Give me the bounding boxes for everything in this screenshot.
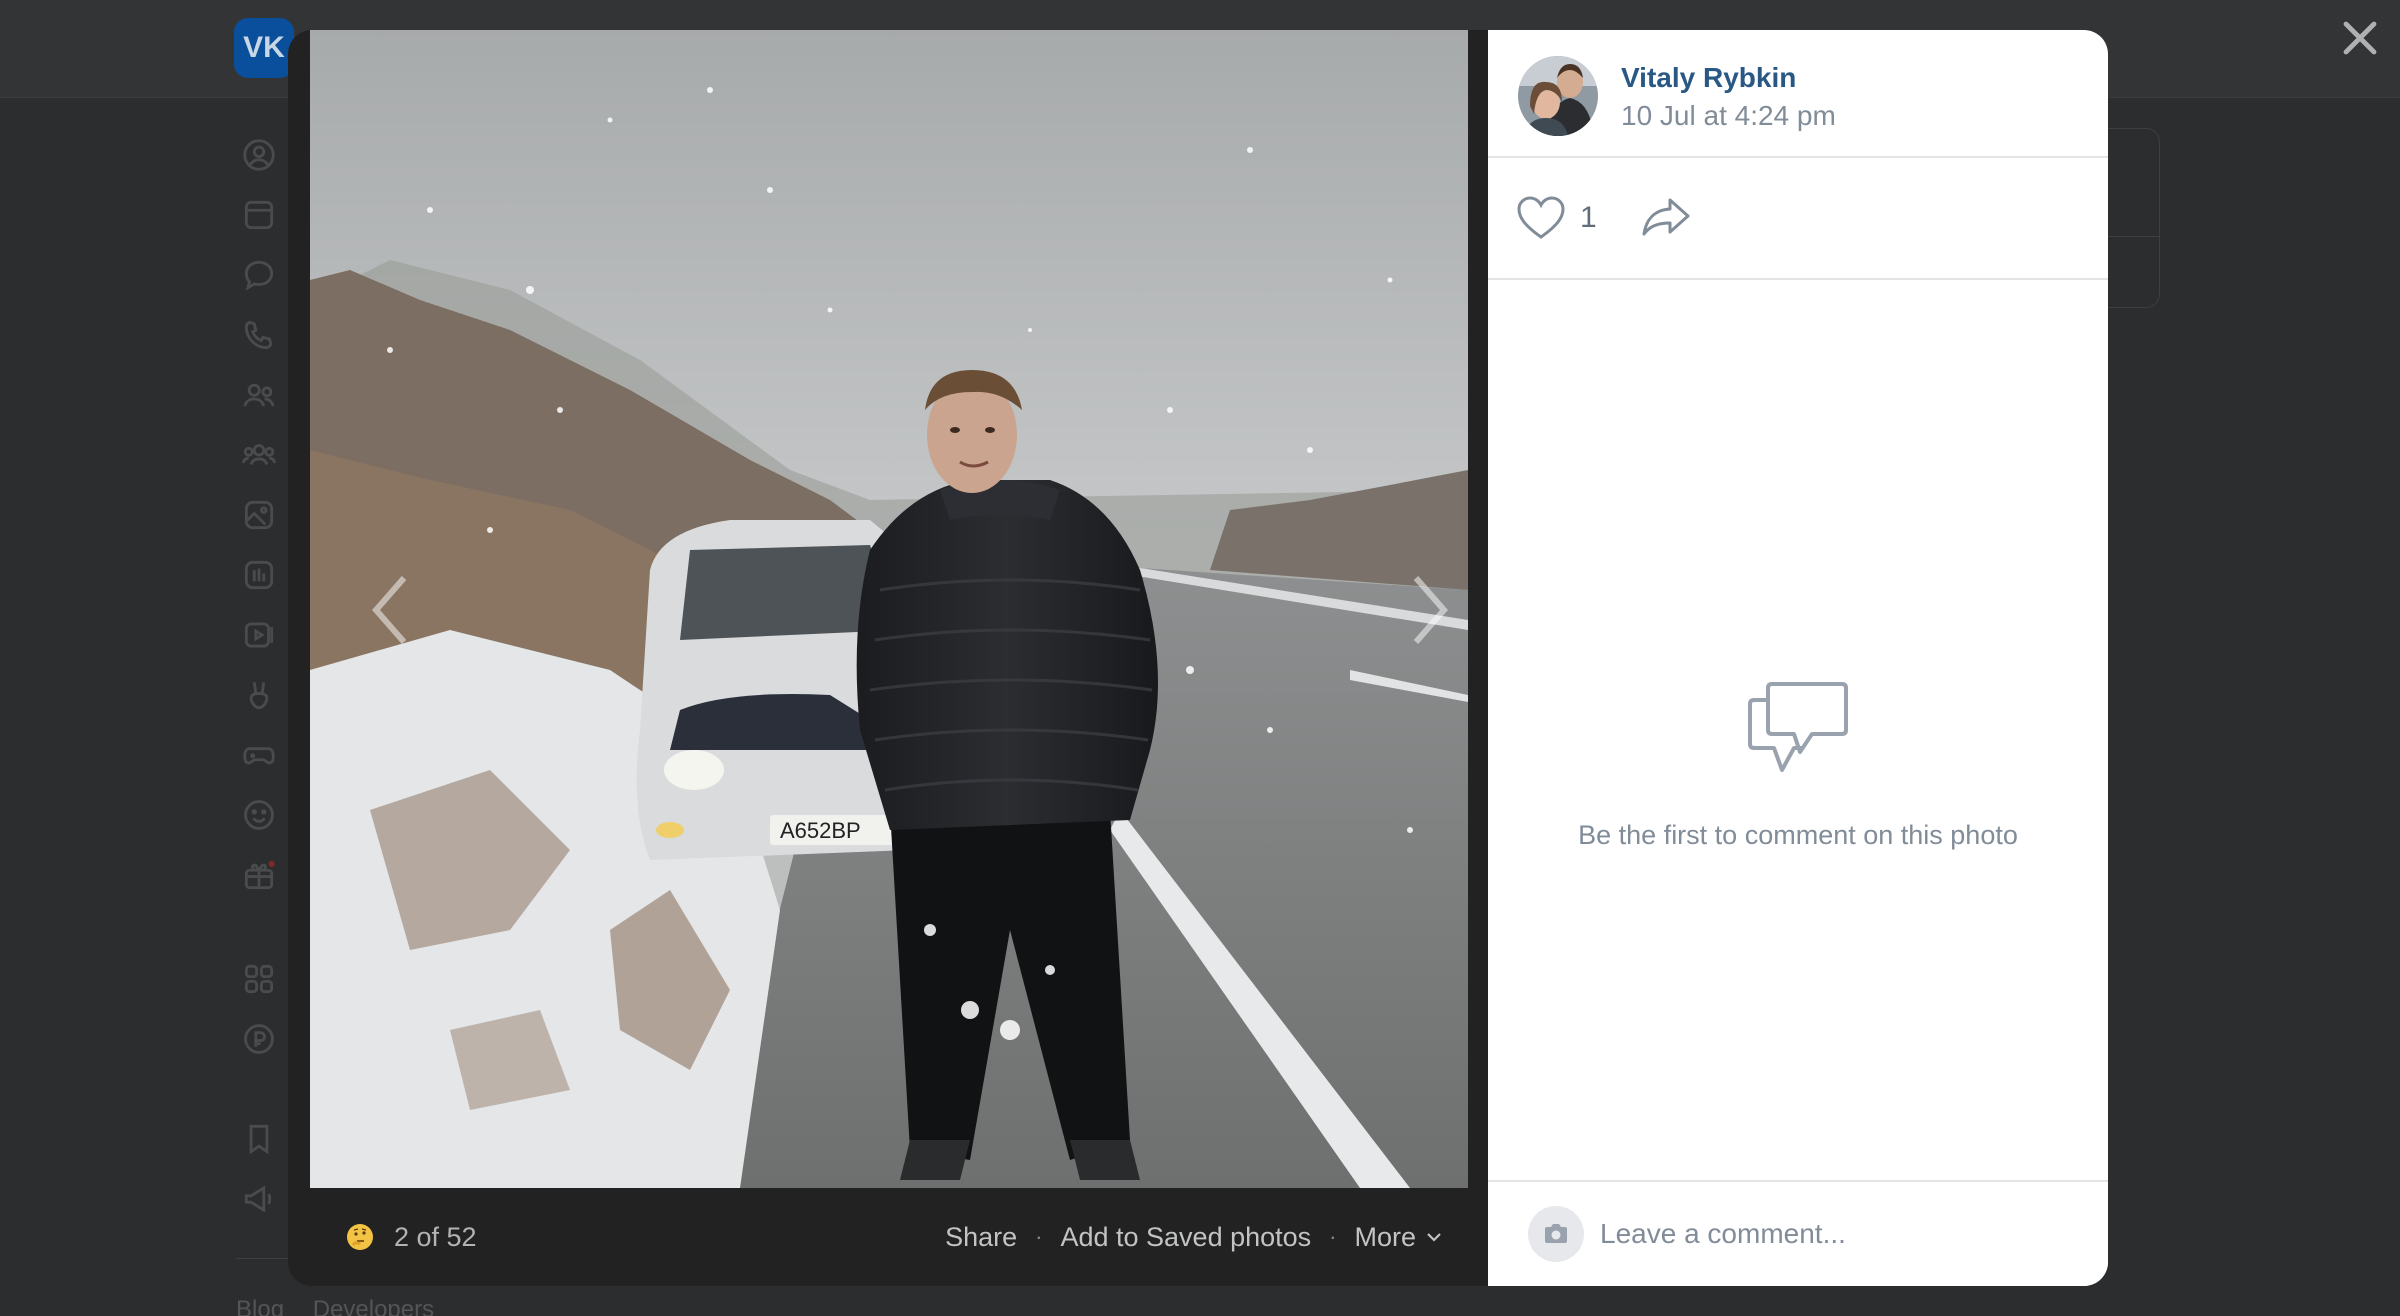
footer-link-developers[interactable]: Developers bbox=[313, 1296, 434, 1316]
license-plate: A652BP bbox=[780, 818, 861, 843]
chevron-left-icon bbox=[372, 576, 407, 644]
heart-icon bbox=[1517, 196, 1565, 239]
close-icon bbox=[2343, 21, 2377, 55]
photo[interactable]: A652BP bbox=[310, 30, 1468, 1188]
clips-icon bbox=[234, 670, 284, 720]
share-link[interactable]: Share bbox=[945, 1222, 1017, 1253]
post-date-link[interactable]: 10 Jul at 4:24 pm bbox=[1621, 100, 1836, 132]
comments-empty-state bbox=[1488, 280, 2108, 1210]
avatar-image bbox=[1518, 56, 1598, 136]
vk-logo: VK bbox=[234, 18, 294, 78]
friends-icon bbox=[234, 370, 284, 420]
close-viewer-button[interactable] bbox=[2336, 14, 2384, 62]
photo-actions: Share · Add to Saved photos · More bbox=[945, 1222, 1444, 1253]
share-arrow-icon bbox=[1642, 198, 1690, 236]
calls-icon bbox=[234, 310, 284, 360]
stickers-icon bbox=[234, 790, 284, 840]
photo-image: A652BP bbox=[310, 30, 1468, 1188]
author-name-link[interactable]: Vitaly Rybkin bbox=[1621, 62, 1796, 94]
chevron-down-icon bbox=[1427, 1233, 1441, 1242]
photo-side-panel: Vitaly Rybkin 10 Jul at 4:24 pm 1 Be the… bbox=[1488, 30, 2108, 1286]
communities-icon bbox=[234, 430, 284, 480]
reactions-row: 1 bbox=[1488, 158, 2108, 280]
videos-icon bbox=[234, 610, 284, 660]
comment-composer bbox=[1488, 1180, 2108, 1286]
author-header: Vitaly Rybkin 10 Jul at 4:24 pm bbox=[1488, 30, 2108, 158]
previous-photo-button[interactable] bbox=[360, 570, 420, 650]
add-to-saved-link[interactable]: Add to Saved photos bbox=[1060, 1222, 1311, 1253]
like-count: 1 bbox=[1580, 201, 1597, 234]
messages-icon bbox=[234, 250, 284, 300]
next-photo-button[interactable] bbox=[1400, 570, 1460, 650]
camera-icon bbox=[1545, 1224, 1567, 1243]
payments-icon bbox=[234, 1014, 284, 1064]
comment-input[interactable] bbox=[1600, 1204, 2080, 1264]
footer-link-blog[interactable]: Blog bbox=[236, 1296, 284, 1316]
ads-icon bbox=[234, 1174, 284, 1224]
music-icon bbox=[234, 550, 284, 600]
comments-icon bbox=[1746, 676, 1850, 776]
thinking-face-icon[interactable] bbox=[346, 1223, 374, 1251]
comments-empty-text: Be the first to comment on this photo bbox=[1578, 820, 2018, 850]
news-icon bbox=[234, 190, 284, 240]
chevron-right-icon bbox=[1413, 576, 1448, 644]
more-dropdown[interactable]: More bbox=[1354, 1222, 1444, 1253]
bookmarks-icon bbox=[234, 1114, 284, 1164]
background-card bbox=[2100, 128, 2160, 308]
more-label: More bbox=[1354, 1221, 1416, 1252]
photo-counter: 2 of 52 bbox=[394, 1221, 477, 1252]
like-button[interactable]: 1 bbox=[1516, 192, 1597, 244]
attach-photo-button[interactable] bbox=[1528, 1206, 1584, 1262]
games-icon bbox=[234, 730, 284, 780]
avatar[interactable] bbox=[1518, 56, 1598, 136]
separator-dot: · bbox=[1329, 1224, 1337, 1249]
photos-icon bbox=[234, 490, 284, 540]
background-footer: Blog Developers bbox=[236, 1296, 456, 1316]
separator-dot: · bbox=[1035, 1224, 1043, 1249]
profile-icon bbox=[234, 130, 284, 180]
share-button[interactable] bbox=[1640, 194, 1692, 240]
background-card-divider bbox=[2100, 236, 2159, 237]
photo-footer: 2 of 52 Share · Add to Saved photos · Mo… bbox=[310, 1188, 1468, 1286]
photo-viewer: A652BP 2 of 52 Share · Add to Saved phot… bbox=[288, 30, 2108, 1286]
mini-apps-icon bbox=[234, 954, 284, 1004]
gifts-icon bbox=[234, 850, 284, 900]
